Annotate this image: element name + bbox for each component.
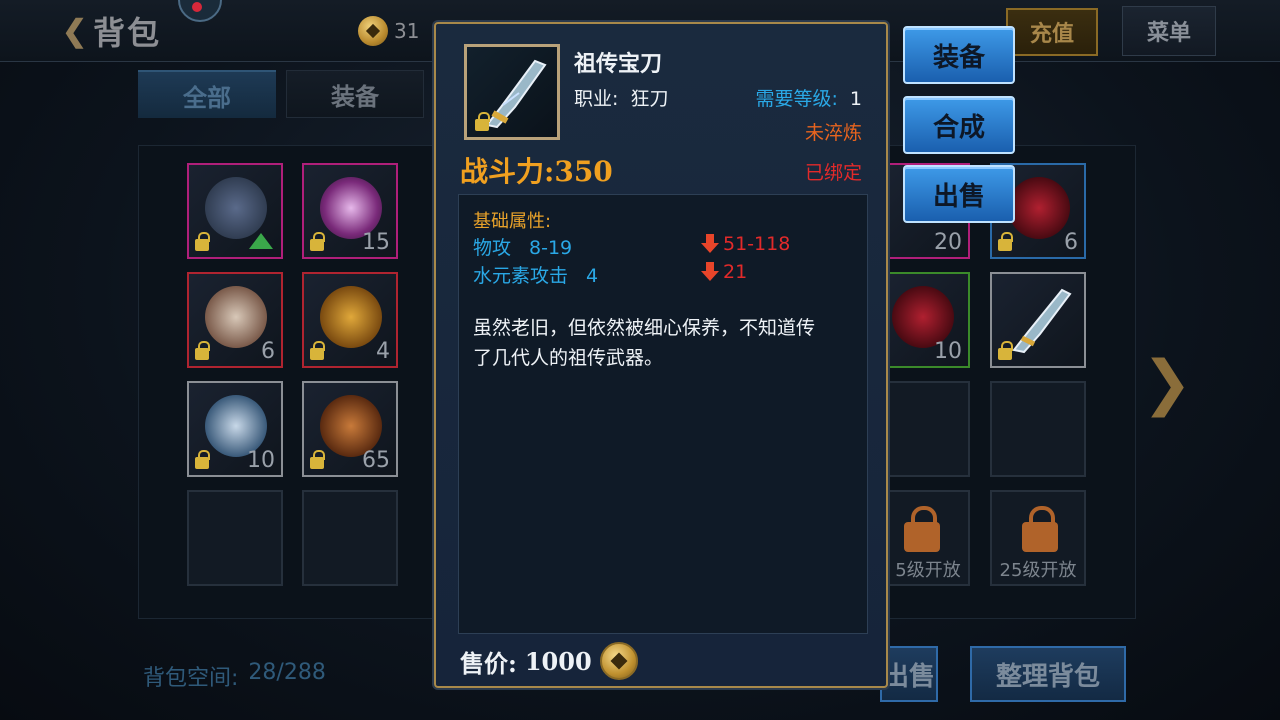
inventory-slot[interactable]: [888, 381, 970, 477]
refine-status: 未淬炼: [804, 122, 862, 144]
attribute-value: 4: [586, 265, 599, 287]
attribute-row: 水元素攻击 4: [473, 261, 598, 288]
job-label: 职业:: [574, 88, 619, 110]
attribute-box: 基础属性: 物攻 8-19 51-118 水元素攻击 4 21 虽然老旧，但依然被细…: [458, 194, 868, 634]
attribute-name: 水元素攻击: [473, 265, 569, 287]
locked-slot[interactable]: 25级开放: [990, 490, 1086, 586]
attribute-compare: 51-118: [701, 233, 790, 255]
item-count: 65: [362, 448, 390, 473]
combat-power-value: 350: [554, 155, 613, 188]
armor-item-icon: [205, 177, 267, 239]
job-line: 职业: 狂刀: [574, 84, 668, 111]
coin-icon: [599, 642, 638, 680]
bag-space-value: 28/288: [248, 660, 326, 685]
next-page-arrow-icon[interactable]: ❯: [1142, 348, 1192, 418]
item-name: 祖传宝刀: [574, 52, 663, 77]
inventory-slot[interactable]: 65: [302, 381, 398, 477]
lock-icon: [998, 232, 1013, 251]
attribute-compare: 21: [701, 261, 747, 283]
notification-dot-icon: [192, 2, 202, 12]
avatar-badge[interactable]: [178, 0, 222, 22]
upgrade-arrow-icon: [249, 233, 273, 249]
item-count: 10: [247, 448, 275, 473]
sell-price: 售价: 1000: [460, 642, 638, 680]
lock-icon: [475, 112, 490, 131]
scroll-item-icon: [205, 286, 267, 348]
back-arrow-icon: ❮: [62, 13, 88, 49]
required-level-label: 需要等级:: [755, 88, 838, 110]
combine-button[interactable]: 合成: [903, 96, 1015, 154]
inventory-slot[interactable]: [990, 381, 1086, 477]
inventory-slot[interactable]: 10: [187, 381, 283, 477]
attribute-title: 基础属性:: [473, 211, 552, 232]
equip-button[interactable]: 装备: [903, 26, 1015, 84]
lock-icon: [310, 341, 325, 360]
item-count: 15: [362, 230, 390, 255]
lock-icon: [310, 232, 325, 251]
required-level: 需要等级: 1: [755, 84, 862, 111]
item-count: 20: [934, 230, 962, 255]
item-count: 4: [376, 339, 390, 364]
item-count: 10: [934, 339, 962, 364]
required-level-value: 1: [849, 88, 862, 110]
inventory-slot[interactable]: 4: [302, 272, 398, 368]
attribute-row: 物攻 8-19: [473, 233, 572, 260]
tab-equipment[interactable]: 装备: [286, 70, 424, 118]
inventory-slot[interactable]: [187, 490, 283, 586]
lock-icon: [310, 450, 325, 469]
padlock-icon: [1022, 506, 1058, 552]
attribute-name: 物攻: [473, 237, 512, 259]
item-tooltip: 祖传宝刀 职业: 狂刀 需要等级: 1 未淬炼 战斗力:350 已绑定 基础属性…: [434, 22, 888, 688]
jar-item-icon: [1008, 177, 1070, 239]
bound-status: 已绑定: [804, 162, 862, 184]
recharge-button[interactable]: 充值: [1006, 8, 1098, 56]
currency-value: 31: [394, 19, 420, 43]
item-count: 6: [261, 339, 275, 364]
item-description: 虽然老旧，但依然被细心保养，不知道传了几代人的祖传武器。: [473, 317, 816, 369]
coin-icon: [358, 16, 388, 46]
unlock-level-text: 25级开放: [999, 560, 1077, 581]
padlock-icon: [904, 506, 940, 552]
item-icon-frame: [464, 44, 560, 140]
attribute-compare-value: 21: [723, 261, 748, 283]
page-title: 背包: [93, 14, 162, 52]
inventory-slot[interactable]: 10: [888, 272, 970, 368]
currency-display: 31: [358, 16, 419, 46]
down-arrow-icon: [701, 262, 719, 282]
lock-icon: [195, 341, 210, 360]
item-count: 6: [1064, 230, 1078, 255]
tab-all[interactable]: 全部: [138, 70, 276, 118]
inventory-slot[interactable]: 15: [302, 163, 398, 259]
bulk-sell-button[interactable]: 出售: [880, 646, 938, 702]
job-value: 狂刀: [630, 88, 669, 110]
inventory-slot[interactable]: 6: [187, 272, 283, 368]
sell-button[interactable]: 出售: [903, 165, 1015, 223]
bag-space-label: 背包空间:: [143, 666, 239, 691]
combat-power-label: 战斗力:: [460, 155, 555, 188]
menu-button[interactable]: 菜单: [1122, 6, 1216, 56]
attribute-compare-value: 51-118: [723, 233, 791, 255]
bag-space: 背包空间: 28/288: [143, 660, 326, 692]
combat-power: 战斗力:350: [460, 150, 613, 190]
lock-icon: [195, 450, 210, 469]
sell-price-value: 1000: [524, 646, 592, 676]
down-arrow-icon: [701, 234, 719, 254]
teapot-item-icon: [320, 286, 382, 348]
lock-icon: [195, 232, 210, 251]
sell-price-label: 售价:: [460, 648, 517, 678]
attribute-value: 8-19: [529, 237, 573, 259]
inventory-slot[interactable]: [302, 490, 398, 586]
inventory-slot[interactable]: [187, 163, 283, 259]
locked-slot[interactable]: 5级开放: [888, 490, 970, 586]
organize-bag-button[interactable]: 整理背包: [970, 646, 1126, 702]
unlock-level-text: 5级开放: [895, 560, 961, 581]
inventory-slot[interactable]: [990, 272, 1086, 368]
back-button[interactable]: ❮ 背包: [62, 8, 161, 54]
lock-icon: [998, 341, 1013, 360]
